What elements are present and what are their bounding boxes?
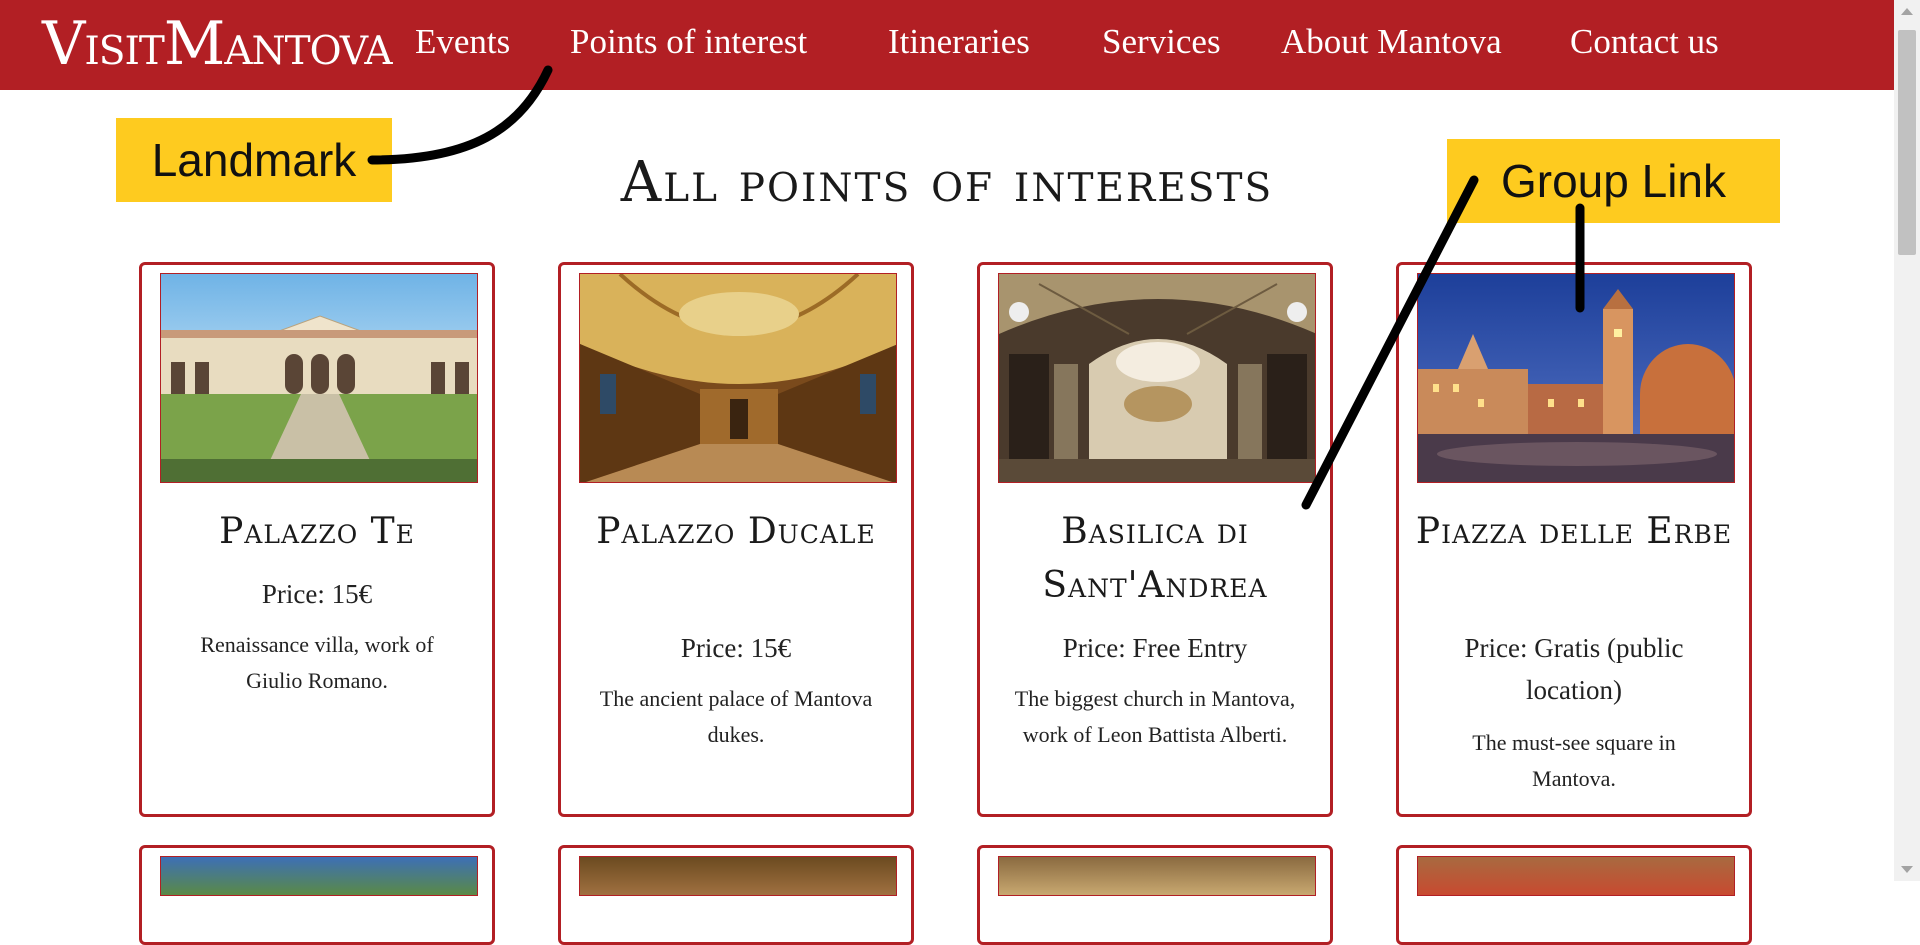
poi-description: The must-see square in Mantova. (1472, 730, 1676, 791)
poi-image[interactable] (998, 856, 1316, 896)
poi-card[interactable] (139, 845, 495, 945)
poi-title[interactable]: Palazzo Te (156, 505, 478, 559)
group-link-callout: Group Link (1447, 139, 1780, 223)
scroll-thumb[interactable] (1898, 30, 1916, 255)
nav-about-mantova[interactable]: About Mantova (1281, 0, 1502, 84)
nav-itineraries[interactable]: Itineraries (888, 0, 1030, 84)
poi-price: Price: 15€ (680, 633, 792, 663)
poi-card[interactable] (558, 845, 914, 945)
scroll-down-icon[interactable] (1901, 866, 1913, 873)
poi-card-palazzo-ducale[interactable]: Palazzo Ducale Price: 15€ The ancient pa… (558, 262, 914, 817)
poi-image[interactable] (1417, 856, 1735, 896)
poi-image-palazzo-ducale[interactable] (579, 273, 897, 483)
site-logo[interactable]: VISITMANTOVA (42, 4, 393, 84)
poi-image-basilica-di-santandrea[interactable] (998, 273, 1316, 483)
poi-image[interactable] (579, 856, 897, 896)
poi-image-piazza-delle-erbe[interactable] (1417, 273, 1735, 483)
poi-description: The biggest church in Mantova, work of L… (1014, 686, 1296, 747)
poi-card-palazzo-te[interactable]: Palazzo Te Price: 15€ Renaissance villa,… (139, 262, 495, 817)
page-scrollbar[interactable] (1894, 0, 1920, 881)
nav-points-of-interest[interactable]: Points of interest (570, 0, 807, 84)
poi-price: Price: 15€ (261, 579, 373, 609)
poi-card-basilica-di-santandrea[interactable]: Basilica di Sant'Andrea Price: Free Entr… (977, 262, 1333, 817)
nav-events[interactable]: Events (415, 0, 510, 84)
poi-title[interactable]: Piazza delle Erbe (1413, 505, 1735, 559)
nav-services[interactable]: Services (1102, 0, 1221, 84)
poi-price: Price: Gratis (public location) (1464, 633, 1684, 705)
poi-card[interactable] (1396, 845, 1752, 945)
poi-image-palazzo-te[interactable] (160, 273, 478, 483)
poi-title[interactable]: Basilica di Sant'Andrea (994, 505, 1316, 613)
poi-description: Renaissance villa, work of Giulio Romano… (200, 632, 434, 693)
scroll-up-icon[interactable] (1901, 8, 1913, 15)
poi-description: The ancient palace of Mantova dukes. (599, 686, 873, 747)
poi-price: Price: Free Entry (1062, 633, 1248, 663)
poi-image[interactable] (160, 856, 478, 896)
landmark-callout: Landmark (116, 118, 392, 202)
top-navbar: VISITMANTOVA Events Points of interest I… (0, 0, 1894, 90)
poi-card-piazza-delle-erbe[interactable]: Piazza delle Erbe Price: Gratis (public … (1396, 262, 1752, 817)
nav-contact-us[interactable]: Contact us (1570, 0, 1719, 84)
poi-title[interactable]: Palazzo Ducale (575, 505, 897, 559)
poi-card[interactable] (977, 845, 1333, 945)
